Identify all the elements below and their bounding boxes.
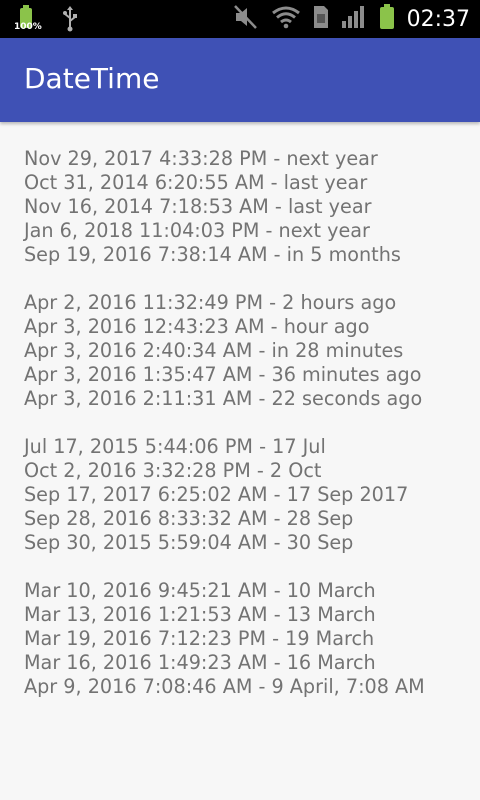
- list-item: Apr 9, 2016 7:08:46 AM - 9 April, 7:08 A…: [24, 675, 425, 698]
- list-item: Nov 29, 2017 4:33:28 PM - next year: [24, 147, 378, 170]
- datetime-list: Nov 29, 2017 4:33:28 PM - next year Oct …: [0, 122, 480, 699]
- app-bar: DateTime: [0, 38, 480, 122]
- list-item: Apr 3, 2016 12:43:23 AM - hour ago: [24, 315, 370, 338]
- list-item: Apr 3, 2016 2:11:31 AM - 22 seconds ago: [24, 387, 423, 410]
- sim-icon: [313, 5, 329, 33]
- list-item: Mar 19, 2016 7:12:23 PM - 19 March: [24, 627, 375, 650]
- list-item: Apr 3, 2016 2:40:34 AM - in 28 minutes: [24, 339, 404, 362]
- list-item: Oct 31, 2014 6:20:55 AM - last year: [24, 171, 368, 194]
- usb-icon: [62, 6, 78, 36]
- list-item: Sep 19, 2016 7:38:14 AM - in 5 months: [24, 243, 401, 266]
- wifi-icon: [271, 5, 301, 33]
- list-item: Oct 2, 2016 3:32:28 PM - 2 Oct: [24, 459, 322, 482]
- list-group: Apr 2, 2016 11:32:49 PM - 2 hours ago Ap…: [24, 291, 480, 411]
- page-title: DateTime: [24, 62, 160, 95]
- status-left: 100%: [14, 4, 78, 36]
- list-group: Mar 10, 2016 9:45:21 AM - 10 March Mar 1…: [24, 579, 480, 699]
- list-item: Mar 13, 2016 1:21:53 AM - 13 March: [24, 603, 376, 626]
- list-item: Apr 3, 2016 1:35:47 AM - 36 minutes ago: [24, 363, 422, 386]
- list-item: Mar 10, 2016 9:45:21 AM - 10 March: [24, 579, 376, 602]
- list-item: Nov 16, 2014 7:18:53 AM - last year: [24, 195, 372, 218]
- battery-icon: [379, 4, 395, 34]
- list-item: Sep 28, 2016 8:33:32 AM - 28 Sep: [24, 507, 354, 530]
- list-group: Jul 17, 2015 5:44:06 PM - 17 Jul Oct 2, …: [24, 435, 480, 555]
- mute-icon: [233, 4, 259, 34]
- status-right: 02:37: [233, 0, 470, 38]
- list-item: Jan 6, 2018 11:04:03 PM - next year: [24, 219, 370, 242]
- list-item: Jul 17, 2015 5:44:06 PM - 17 Jul: [24, 435, 326, 458]
- list-item: Mar 16, 2016 1:49:23 AM - 16 March: [24, 651, 376, 674]
- list-item: Sep 30, 2015 5:59:04 AM - 30 Sep: [24, 531, 354, 554]
- list-item: Sep 17, 2017 6:25:02 AM - 17 Sep 2017: [24, 483, 409, 506]
- list-item: Apr 2, 2016 11:32:49 PM - 2 hours ago: [24, 291, 397, 314]
- battery-percent: 100%: [14, 22, 42, 32]
- signal-icon: [341, 5, 367, 33]
- list-group: Nov 29, 2017 4:33:28 PM - next year Oct …: [24, 147, 480, 267]
- battery-icon: 100%: [14, 4, 42, 34]
- status-bar: 100% 02:37: [0, 0, 480, 38]
- clock: 02:37: [406, 6, 470, 32]
